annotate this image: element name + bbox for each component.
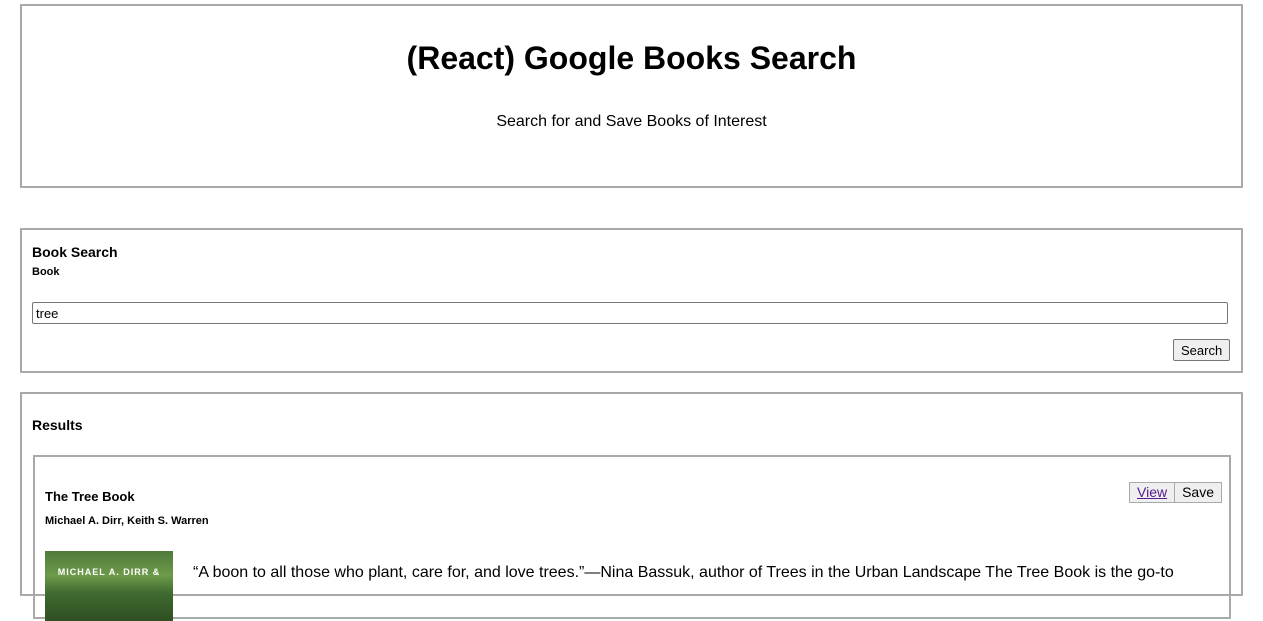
book-cover-image: MICHAEL A. DIRR &	[45, 551, 173, 621]
book-card: The Tree Book Michael A. Dirr, Keith S. …	[33, 455, 1231, 621]
search-panel-title: Book Search	[32, 244, 118, 260]
book-action-buttons: View Save	[1129, 482, 1223, 503]
book-title: The Tree Book	[45, 489, 135, 504]
save-button[interactable]: Save	[1175, 482, 1223, 503]
book-search-input[interactable]	[32, 302, 1228, 324]
header-jumbotron: (React) Google Books Search Search for a…	[20, 4, 1243, 188]
book-cover-text: MICHAEL A. DIRR &	[57, 567, 161, 577]
page-subtitle: Search for and Save Books of Interest	[496, 113, 767, 130]
page-title: (React) Google Books Search	[406, 40, 857, 76]
search-button[interactable]: Search	[1173, 339, 1231, 361]
book-description: “A boon to all those who plant, care for…	[193, 564, 1174, 581]
results-panel: Results The Tree Book Michael A. Dirr, K…	[20, 392, 1243, 621]
view-link[interactable]: View	[1137, 484, 1167, 500]
results-panel-title: Results	[32, 417, 83, 433]
book-search-panel: Book Search Book Search	[20, 228, 1243, 373]
view-button[interactable]: View	[1129, 482, 1176, 503]
book-authors: Michael A. Dirr, Keith S. Warren	[45, 515, 209, 527]
book-field-label: Book	[32, 266, 60, 278]
